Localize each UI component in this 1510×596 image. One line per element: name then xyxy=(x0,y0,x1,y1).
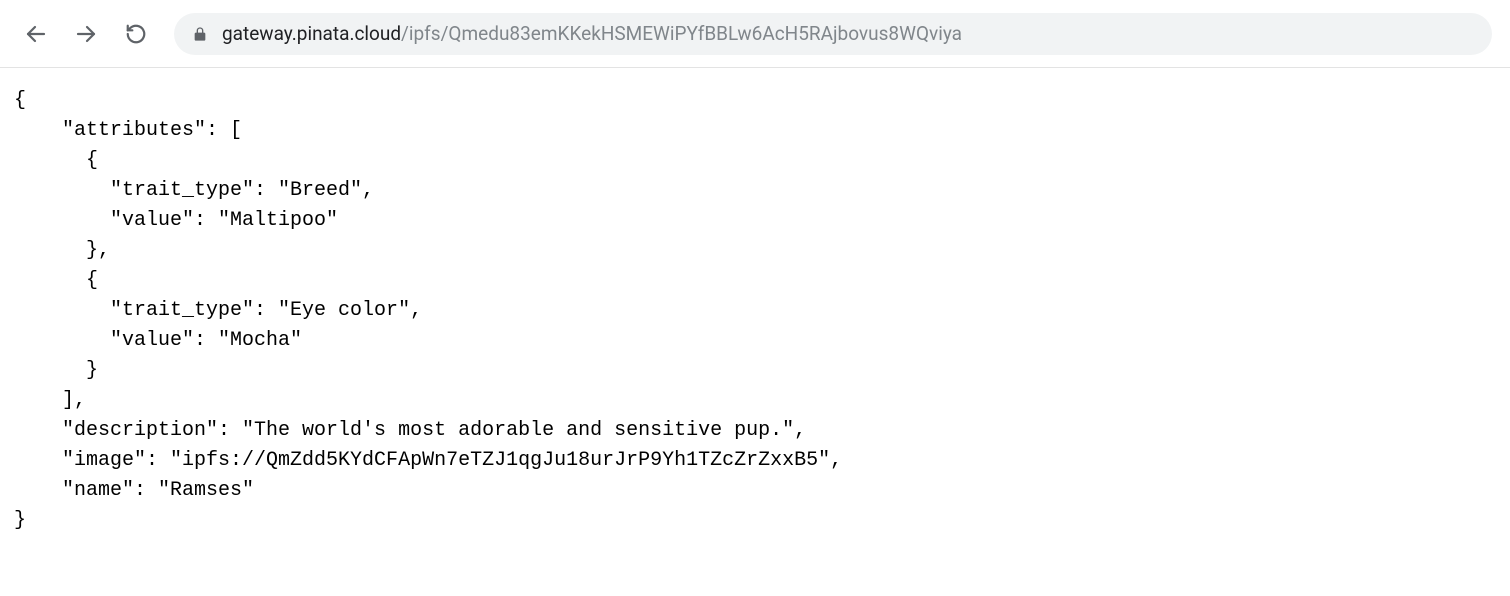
json-line: ], xyxy=(14,389,86,412)
json-line: "description": "The world's most adorabl… xyxy=(14,419,806,442)
json-line: "value": "Maltipoo" xyxy=(14,209,338,232)
json-line: }, xyxy=(14,239,110,262)
json-line: "trait_type": "Breed", xyxy=(14,179,374,202)
json-content: { "attributes": [ { "trait_type": "Breed… xyxy=(0,68,1510,554)
arrow-right-icon xyxy=(74,22,98,46)
forward-button[interactable] xyxy=(68,16,104,52)
reload-button[interactable] xyxy=(118,16,154,52)
address-bar[interactable]: gateway.pinata.cloud/ipfs/Qmedu83emKKekH… xyxy=(174,13,1492,55)
lock-icon xyxy=(192,26,208,42)
url-domain: gateway.pinata.cloud xyxy=(222,22,401,45)
json-line: "trait_type": "Eye color", xyxy=(14,299,422,322)
json-line: { xyxy=(14,149,98,172)
json-line: } xyxy=(14,509,26,532)
arrow-left-icon xyxy=(24,22,48,46)
back-button[interactable] xyxy=(18,16,54,52)
json-line: } xyxy=(14,359,98,382)
json-line: "value": "Mocha" xyxy=(14,329,302,352)
json-line: { xyxy=(14,269,98,292)
json-line: "attributes": [ xyxy=(14,119,242,142)
json-line: "name": "Ramses" xyxy=(14,479,254,502)
reload-icon xyxy=(125,23,147,45)
json-line: "image": "ipfs://QmZdd5KYdCFApWn7eTZJ1qg… xyxy=(14,449,842,472)
browser-toolbar: gateway.pinata.cloud/ipfs/Qmedu83emKKekH… xyxy=(0,0,1510,68)
url-text: gateway.pinata.cloud/ipfs/Qmedu83emKKekH… xyxy=(222,22,962,45)
json-line: { xyxy=(14,89,26,112)
url-path: /ipfs/Qmedu83emKKekHSMEWiPYfBBLw6AcH5RAj… xyxy=(401,22,962,45)
